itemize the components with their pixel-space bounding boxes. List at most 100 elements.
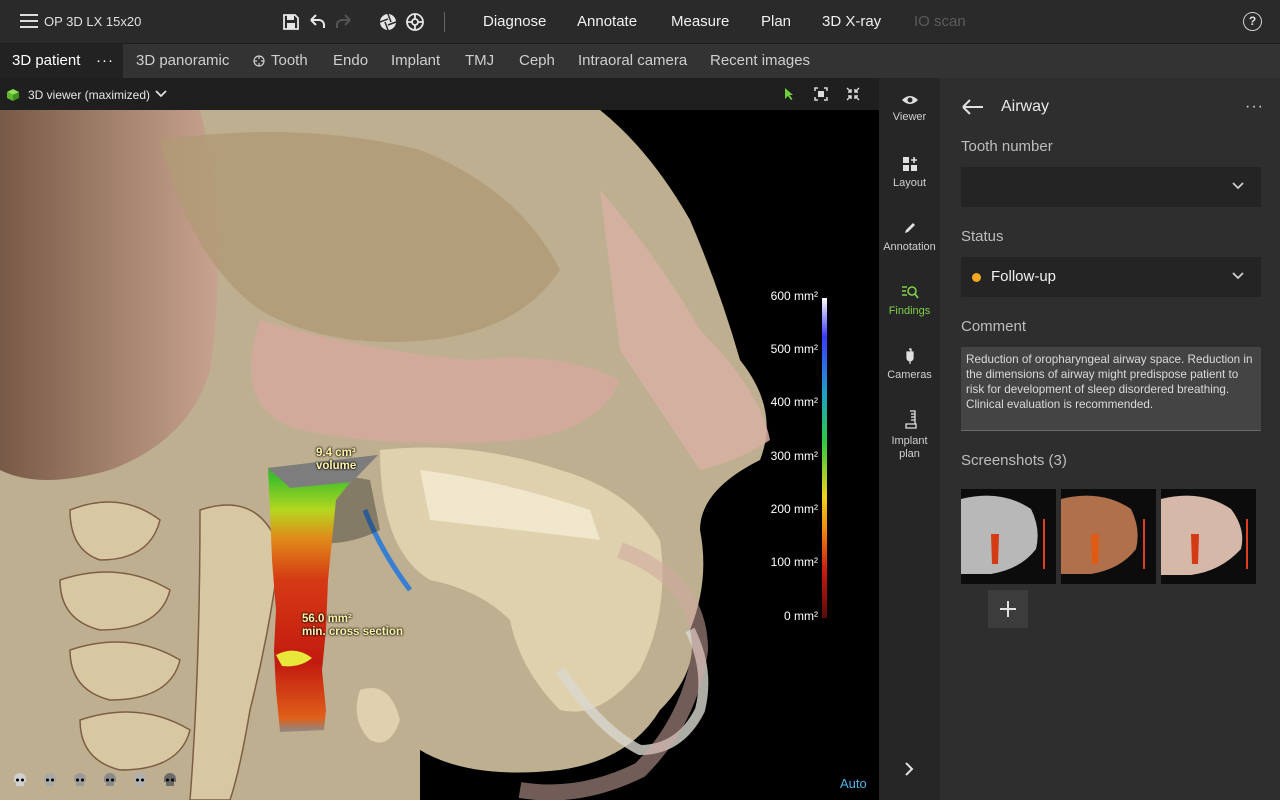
skull-preset-icon[interactable]	[42, 772, 58, 788]
tab-tooth[interactable]: Tooth	[271, 44, 308, 78]
tab-label: 3D patient	[12, 52, 81, 69]
chevron-right-icon[interactable]	[903, 762, 915, 776]
screenshot-image	[1161, 489, 1256, 584]
fit-to-view-icon[interactable]	[814, 87, 828, 101]
implant-icon	[904, 410, 917, 429]
nav-io-scan: IO scan	[914, 13, 966, 30]
panel-title: Airway	[1001, 98, 1050, 115]
screenshot-thumbnail[interactable]	[1161, 489, 1256, 584]
device-name: OP 3D LX 15x20	[44, 14, 142, 29]
skull-preset-icon[interactable]	[162, 772, 178, 788]
tool-label: Findings	[888, 305, 931, 317]
chevron-down-icon[interactable]	[154, 88, 168, 100]
tab-endo[interactable]: Endo	[333, 44, 368, 78]
auto-preset-label[interactable]: Auto	[840, 776, 867, 791]
tab-intraoral-camera[interactable]: Intraoral camera	[578, 44, 687, 78]
add-screenshot-button[interactable]	[988, 590, 1028, 628]
scale-label-100: 100 mm²	[770, 555, 818, 569]
undo-icon[interactable]	[307, 12, 327, 32]
tab-3d-patient[interactable]: 3D patient ···	[0, 44, 123, 78]
findings-icon	[901, 286, 919, 299]
tooth-number-select[interactable]	[961, 167, 1261, 207]
back-arrow-icon[interactable]	[961, 99, 985, 115]
cube-icon	[7, 89, 19, 101]
tab-3d-panoramic[interactable]: 3D panoramic	[136, 44, 229, 78]
volume-value: 9.4 cm³	[316, 447, 356, 459]
screenshots-label: Screenshots (3)	[961, 452, 1067, 469]
tool-label-line2: plan	[899, 448, 920, 460]
comment-textarea[interactable]: Reduction of oropharyngeal airway space.…	[961, 347, 1261, 431]
aperture-icon[interactable]	[378, 12, 398, 32]
nav-3d-xray[interactable]: 3D X-ray	[822, 13, 881, 30]
tool-implant-plan[interactable]: Implant plan	[879, 410, 940, 461]
minimize-icon[interactable]	[846, 87, 860, 101]
save-icon[interactable]	[281, 12, 301, 32]
skull-preset-icon[interactable]	[72, 772, 88, 788]
tool-cameras[interactable]: Cameras	[879, 348, 940, 381]
scale-label-500: 500 mm²	[770, 342, 818, 356]
nav-annotate[interactable]: Annotate	[577, 13, 637, 30]
help-icon[interactable]: ?	[1243, 12, 1262, 31]
skull-preset-icon[interactable]	[132, 772, 148, 788]
cross-section-annotation: 56.0 mm² min. cross section	[302, 613, 403, 639]
tool-label: Layout	[892, 177, 927, 189]
tooth-scope-icon	[253, 55, 265, 67]
nav-diagnose[interactable]: Diagnose	[483, 13, 546, 30]
screenshot-thumbnail[interactable]	[1061, 489, 1156, 584]
volume-label: volume	[316, 460, 357, 472]
scale-label-200: 200 mm²	[770, 502, 818, 516]
pointer-icon[interactable]	[782, 87, 796, 101]
tool-findings[interactable]: Findings	[879, 284, 940, 317]
screenshot-image	[1061, 489, 1156, 584]
volume-annotation: 9.4 cm³ volume	[316, 447, 356, 473]
more-options-button[interactable]: ···	[1245, 98, 1264, 116]
skull-preset-icon[interactable]	[12, 772, 28, 788]
scale-label-300: 300 mm²	[770, 449, 818, 463]
menu-icon[interactable]	[20, 14, 38, 30]
scale-label-600: 600 mm²	[770, 289, 818, 303]
tab-ceph[interactable]: Ceph	[519, 44, 555, 78]
redo-icon[interactable]	[334, 12, 354, 32]
toolbar-divider	[444, 12, 445, 32]
3d-viewer[interactable]: 3D viewer (maximized) 600 mm² 500 mm² 40…	[0, 78, 879, 800]
tab-more-button[interactable]: ···	[96, 44, 114, 78]
status-dot	[972, 273, 981, 282]
pencil-icon	[904, 223, 915, 233]
cross-section-value: 56.0 mm²	[302, 613, 352, 625]
camera-icon	[905, 348, 914, 364]
tool-label: Annotation	[883, 241, 936, 253]
nav-plan[interactable]: Plan	[761, 13, 791, 30]
eye-icon	[901, 96, 918, 104]
nav-measure[interactable]: Measure	[671, 13, 729, 30]
target-icon[interactable]	[405, 12, 425, 32]
scale-label-400: 400 mm²	[770, 395, 818, 409]
viewer-header: 3D viewer (maximized)	[0, 78, 879, 110]
tool-viewer[interactable]: Viewer	[879, 94, 940, 123]
screenshot-image	[961, 489, 1056, 584]
chevron-down-icon	[1232, 272, 1244, 280]
status-select[interactable]: Follow-up	[961, 257, 1261, 297]
tool-label: Cameras	[887, 369, 932, 381]
plus-icon	[1000, 601, 1016, 617]
tool-annotation[interactable]: Annotation	[879, 220, 940, 253]
cross-section-label: min. cross section	[302, 626, 403, 638]
top-toolbar: OP 3D LX 15x20 Diagnose Annotate Measure…	[0, 0, 1280, 44]
tab-tmj[interactable]: TMJ	[465, 44, 494, 78]
tool-label: Viewer	[892, 111, 927, 123]
chevron-down-icon	[1232, 182, 1244, 190]
findings-panel: Airway ··· Tooth number Status Follow-up…	[940, 78, 1280, 800]
layout-icon	[902, 157, 917, 171]
module-tab-bar: 3D patient ··· 3D panoramic Tooth Endo I…	[0, 44, 1280, 78]
tab-recent-images[interactable]: Recent images	[710, 44, 810, 78]
status-value: Follow-up	[991, 268, 1057, 285]
tab-implant[interactable]: Implant	[391, 44, 440, 78]
comment-label: Comment	[961, 318, 1027, 335]
scale-label-0: 0 mm²	[784, 609, 818, 623]
tool-layout[interactable]: Layout	[879, 156, 940, 189]
viewer-title: 3D viewer (maximized)	[28, 88, 151, 102]
side-toolbar: Viewer Layout Annotation Findings Camera…	[879, 78, 940, 800]
status-label: Status	[961, 228, 1004, 245]
screenshot-thumbnail[interactable]	[961, 489, 1056, 584]
skull-preset-icon[interactable]	[102, 772, 118, 788]
tool-label: Implant	[891, 435, 928, 447]
